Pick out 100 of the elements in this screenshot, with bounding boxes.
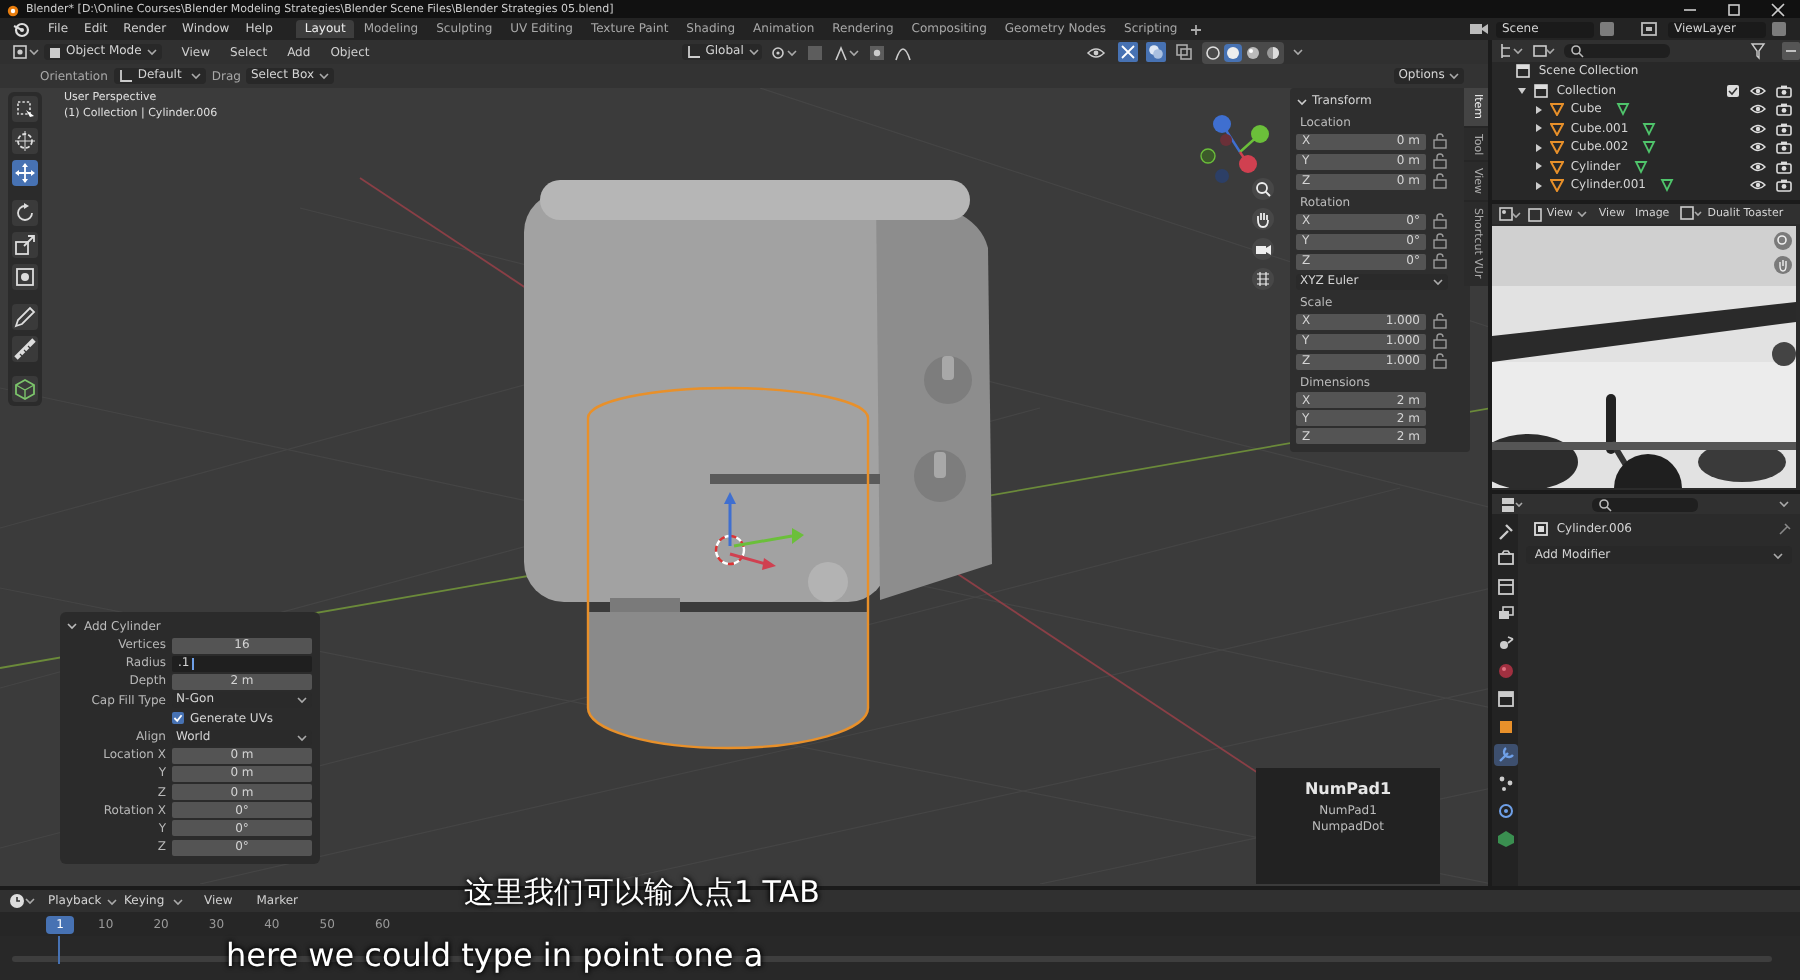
output-tab[interactable] [1493, 576, 1518, 598]
hand-icon[interactable] [1252, 208, 1274, 230]
eye-icon[interactable] [1750, 121, 1766, 136]
object-mode-icon [48, 45, 62, 59]
snap-toggle-icon[interactable] [805, 43, 824, 61]
render-tab[interactable] [1493, 548, 1518, 570]
camera-icon[interactable] [1252, 238, 1274, 260]
scene-icon[interactable] [1468, 20, 1492, 38]
xray-icon[interactable] [1174, 42, 1195, 62]
transform-tool-button[interactable] [12, 264, 38, 290]
annotate-tool-button[interactable] [12, 304, 38, 330]
caret-icon [1778, 498, 1790, 510]
expand-arrow-icon[interactable] [1532, 103, 1545, 116]
caret-icon [1576, 208, 1589, 220]
caret-icon [296, 731, 308, 744]
lock-icon[interactable] [1432, 252, 1450, 270]
caret-icon [172, 895, 184, 907]
search-icon [1598, 497, 1613, 511]
shading-mode-icon[interactable] [1204, 43, 1223, 61]
copy-icon[interactable] [1770, 20, 1788, 38]
eye-icon[interactable] [1750, 159, 1766, 174]
select-tool-button[interactable] [12, 96, 38, 122]
lock-icon[interactable] [1432, 332, 1450, 350]
exclude-checkbox-icon[interactable] [1726, 83, 1740, 98]
orientation-icon [685, 44, 702, 60]
expand-arrow-icon[interactable] [1532, 122, 1545, 135]
expand-arrow-icon[interactable] [1532, 179, 1545, 192]
checkbox[interactable] [172, 712, 184, 725]
orientation-icon [117, 68, 134, 84]
expand-arrow-icon[interactable] [1516, 84, 1529, 97]
lock-icon[interactable] [1432, 212, 1450, 230]
editor-type-icon[interactable] [8, 892, 36, 910]
move-tool-button[interactable] [12, 160, 38, 186]
blender-logo-icon[interactable] [12, 19, 32, 39]
shading-mode-icon[interactable] [1264, 43, 1283, 61]
caret-icon [296, 694, 308, 707]
camera-icon[interactable] [1776, 83, 1792, 98]
caret-icon [1292, 46, 1305, 58]
new-collection-icon[interactable] [1782, 42, 1800, 60]
lock-icon[interactable] [1432, 232, 1450, 250]
data-tab[interactable] [1493, 828, 1518, 850]
shading-mode-icon[interactable] [1244, 43, 1263, 61]
measure-tool-button[interactable] [12, 336, 38, 362]
camera-icon[interactable] [1776, 140, 1792, 155]
expand-arrow-icon[interactable] [1532, 141, 1545, 154]
caret-icon [189, 70, 202, 82]
lock-icon[interactable] [1432, 132, 1450, 150]
caret-icon [105, 895, 118, 907]
caret-icon [747, 46, 760, 58]
editor-type-icon[interactable] [1498, 205, 1523, 223]
maximize-icon[interactable] [1724, 1, 1744, 17]
copy-icon[interactable] [1598, 20, 1616, 38]
eye-icon[interactable] [1750, 140, 1766, 155]
collection-icon [1516, 64, 1533, 79]
modifier-tab[interactable] [1493, 744, 1518, 766]
camera-icon[interactable] [1776, 102, 1792, 117]
lock-icon[interactable] [1432, 152, 1450, 170]
scene-cursor-icon [714, 534, 746, 566]
expand-arrow-icon[interactable] [1532, 160, 1545, 173]
collection-tab[interactable] [1493, 688, 1518, 710]
pivot-icon[interactable] [769, 43, 798, 61]
visibility-icon[interactable] [1086, 43, 1111, 61]
editor-type-icon[interactable] [1500, 42, 1525, 60]
editor-type-icon[interactable] [12, 43, 40, 61]
cursor-tool-button[interactable] [12, 128, 38, 154]
caret-icon [1448, 70, 1461, 82]
gizmo-toggle-icon[interactable] [1118, 42, 1139, 62]
scale-tool-button[interactable] [12, 232, 38, 258]
lock-icon[interactable] [1432, 352, 1450, 370]
rotate-tool-button[interactable] [12, 200, 38, 226]
camera-icon[interactable] [1776, 159, 1792, 174]
grid-icon[interactable] [1252, 268, 1274, 290]
falloff-icon[interactable] [893, 43, 912, 61]
search-field[interactable] [1564, 44, 1671, 58]
collapse-icon[interactable] [1296, 95, 1308, 107]
display-mode-icon[interactable] [1532, 42, 1557, 60]
snapping-icon[interactable] [831, 43, 860, 61]
search-field[interactable] [1592, 497, 1699, 511]
close-icon[interactable] [1768, 1, 1788, 17]
lock-icon[interactable] [1432, 312, 1450, 330]
subtitle: here we could type in point one a [226, 938, 764, 974]
editor-type-icon[interactable] [1500, 495, 1525, 513]
physics-tab[interactable] [1493, 800, 1518, 822]
zoom-icon[interactable] [1252, 178, 1274, 200]
caret-icon [145, 46, 158, 58]
overlay-toggle-icon[interactable] [1146, 42, 1167, 62]
shading-mode-icon[interactable] [1224, 43, 1243, 61]
subtitle: 这里我们可以输入点1 TAB [464, 874, 820, 912]
add-tool-button[interactable] [12, 376, 38, 402]
camera-icon[interactable] [1776, 121, 1792, 136]
world-tab[interactable] [1493, 660, 1518, 682]
eye-icon[interactable] [1750, 83, 1766, 98]
plus-icon[interactable] [1187, 21, 1204, 37]
eye-icon[interactable] [1750, 102, 1766, 117]
collapse-icon[interactable] [66, 620, 78, 632]
caret-icon [1432, 276, 1444, 288]
lock-icon[interactable] [1432, 172, 1450, 190]
camera-icon[interactable] [1776, 178, 1792, 193]
proportional-edit-icon[interactable] [867, 43, 886, 61]
eye-icon[interactable] [1750, 178, 1766, 193]
